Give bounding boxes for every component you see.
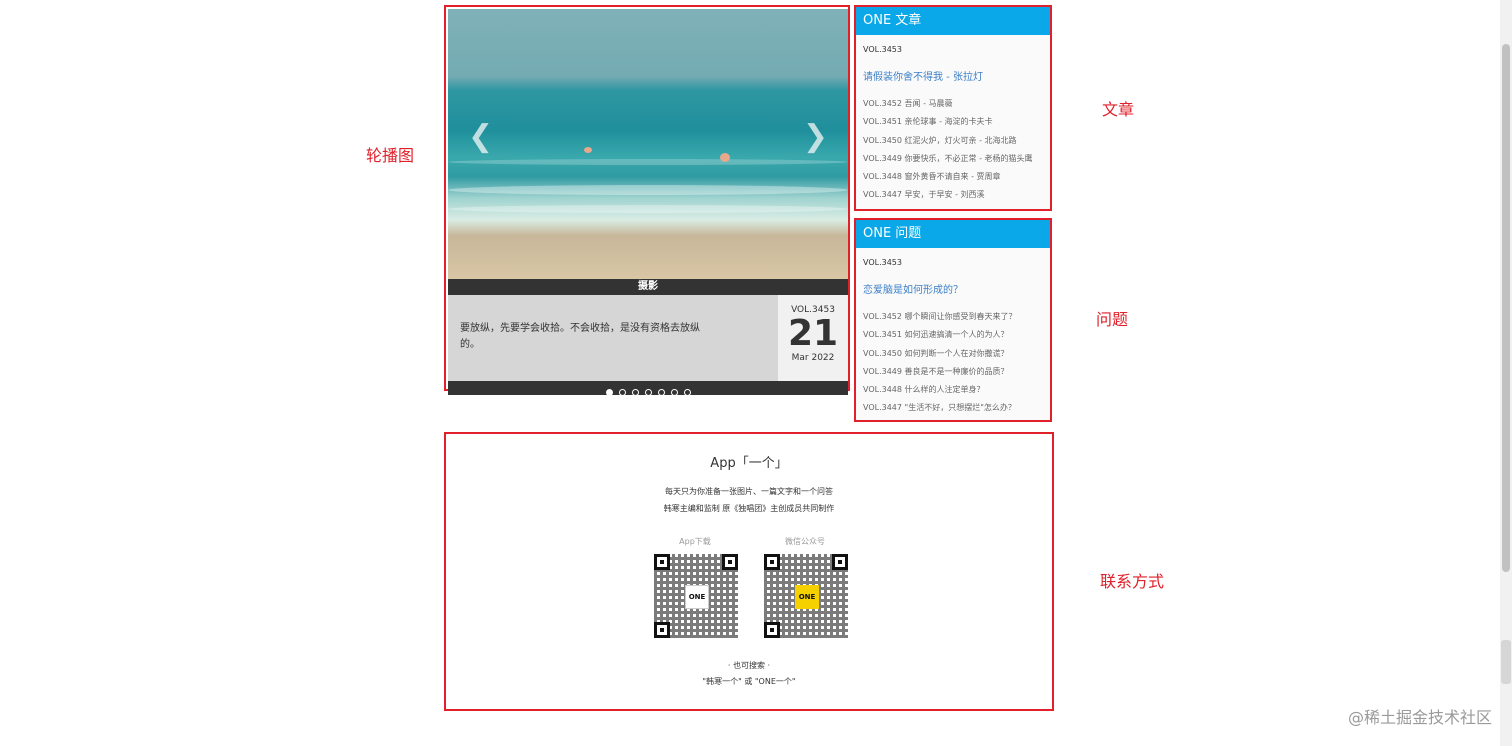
annotation-carousel: 轮播图 (366, 146, 415, 165)
annotation-contact: 联系方式 (1100, 572, 1165, 591)
article-list-item[interactable]: VOL.3448 窗外黄昏不请自来 - 贾周章 (863, 168, 1050, 186)
one-logo: ONE (685, 585, 709, 609)
article-list-item[interactable]: VOL.3451 亲伦球事 - 海淀的卡夫卡 (863, 113, 1050, 131)
carousel-dots (448, 381, 848, 396)
contact-section: App「一个」 每天只为你准备一张图片、一篇文字和一个问答 韩寒主编和监制 原《… (444, 432, 1054, 711)
qr-code-wechat: ONE (764, 554, 848, 638)
question-list-item[interactable]: VOL.3449 善良是不是一种廉价的品质？ (863, 363, 1050, 381)
carousel-dot[interactable] (618, 389, 626, 396)
page-scrollbar[interactable] (1500, 0, 1512, 746)
photo-wave (448, 185, 848, 195)
question-panel: ONE 问题 VOL.3453 恋爱脑是如何形成的？ VOL.3452 哪个瞬间… (854, 218, 1052, 422)
qr-finder (764, 554, 780, 570)
app-description-line: 每天只为你准备一张图片、一篇文字和一个问答 (665, 487, 833, 496)
watermark: @稀土掘金技术社区 (1347, 708, 1492, 727)
carousel-dot[interactable] (670, 389, 678, 396)
carousel-dot[interactable] (605, 389, 613, 396)
article-vol: VOL.3453 (863, 45, 902, 54)
photo-caption: 摄影 (448, 279, 848, 295)
qr-finder (654, 554, 670, 570)
qr-finder (764, 622, 780, 638)
qr-code-app: ONE (654, 554, 738, 638)
question-list-item[interactable]: VOL.3447 "生活不好，只想摆烂"怎么办？ (863, 399, 1050, 417)
article-panel-title: ONE 文章 (856, 7, 1050, 35)
photo-wave (448, 159, 848, 165)
app-title: App「一个」 (710, 456, 788, 471)
question-list-item[interactable]: VOL.3451 如何迅速搞清一个人的为人？ (863, 326, 1050, 344)
chevron-right-icon[interactable]: ❯ (803, 119, 828, 154)
qr-finder (654, 622, 670, 638)
article-list-item[interactable]: VOL.3450 红泥火炉，灯火可亲 - 北海北路 (863, 132, 1050, 150)
annotation-article: 文章 (1102, 100, 1135, 119)
scrollbar-thumb[interactable] (1502, 44, 1510, 572)
question-list-item[interactable]: VOL.3448 什么样的人注定单身？ (863, 381, 1050, 399)
question-vol: VOL.3453 (863, 258, 902, 267)
article-list-item[interactable]: VOL.3449 你要快乐，不必正常 - 老杨的猫头鹰 (863, 150, 1050, 168)
qr-finder (832, 554, 848, 570)
scrollbar-handle[interactable] (1501, 640, 1511, 684)
question-panel-title: ONE 问题 (856, 220, 1050, 248)
date-box: VOL.3453 21 Mar 2022 (778, 295, 848, 381)
carousel-dot[interactable] (631, 389, 639, 396)
chevron-left-icon[interactable]: ❮ (468, 119, 493, 154)
photo-swimmer (720, 153, 730, 162)
date-month-year: Mar 2022 (791, 353, 835, 363)
photo-swimmer (584, 147, 592, 153)
carousel-photo[interactable]: ❮ ❯ (448, 9, 848, 279)
photo-wave (448, 205, 848, 213)
qr-finder (722, 554, 738, 570)
daily-quote: 要放纵，先要学会收拾。不会收拾，是没有资格去放纵的。 (460, 323, 700, 350)
article-panel: ONE 文章 VOL.3453 请假装你舍不得我 - 张拉灯 VOL.3452 … (854, 5, 1052, 211)
carousel-info: 要放纵，先要学会收拾。不会收拾，是没有资格去放纵的。 VOL.3453 21 M… (448, 295, 848, 381)
one-logo: ONE (795, 585, 819, 609)
app-description-line: 韩寒主编和监制 原《独唱团》主创成员共同制作 (663, 504, 835, 513)
question-list-item[interactable]: VOL.3450 如何判断一个人在对你撒谎？ (863, 345, 1050, 363)
search-hint: · 也可搜索 · (727, 661, 771, 670)
qr-wechat-label: 微信公众号 (785, 537, 825, 546)
qr-app-label: App下载 (679, 537, 711, 546)
search-keywords: "韩寒一个" 或 "ONE一个" (702, 677, 796, 686)
carousel: ❮ ❯ 摄影 要放纵，先要学会收拾。不会收拾，是没有资格去放纵的。 VOL.34… (444, 5, 850, 396)
carousel-dot[interactable] (683, 389, 691, 396)
carousel-dot[interactable] (657, 389, 665, 396)
article-headline-link[interactable]: 请假装你舍不得我 - 张拉灯 (863, 68, 1050, 83)
question-list-item[interactable]: VOL.3452 哪个瞬间让你感受到春天来了？ (863, 308, 1050, 326)
carousel-dot[interactable] (644, 389, 652, 396)
date-day: 21 (787, 313, 839, 354)
question-headline-link[interactable]: 恋爱脑是如何形成的？ (863, 281, 1050, 296)
annotation-question: 问题 (1096, 310, 1129, 329)
article-list-item[interactable]: VOL.3452 吾闻 - 马晨薇 (863, 95, 1050, 113)
article-list-item[interactable]: VOL.3447 早安，于早安 - 刘西溪 (863, 186, 1050, 204)
